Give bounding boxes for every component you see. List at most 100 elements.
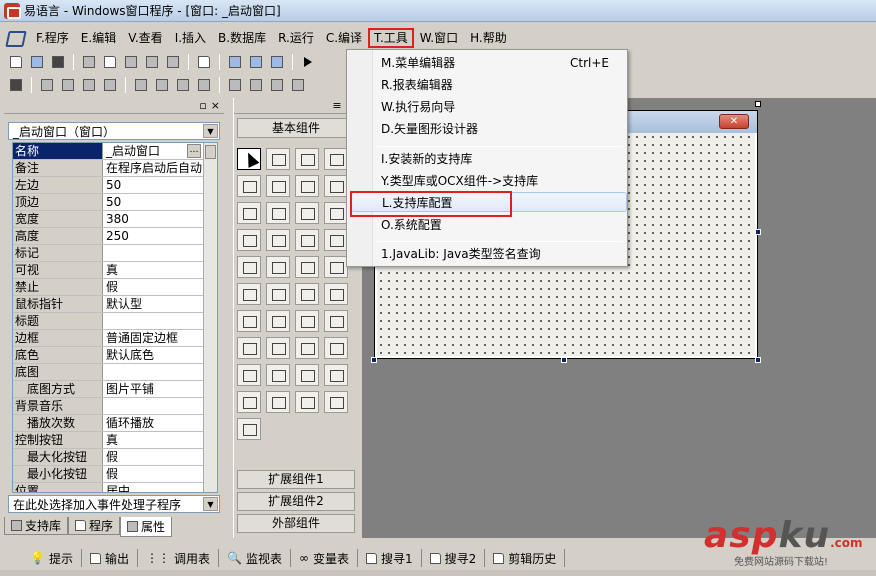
find-button[interactable] xyxy=(194,53,214,71)
property-value[interactable]: _启动窗口 xyxy=(103,143,187,159)
new-file-button[interactable] xyxy=(6,53,26,71)
external-components-button[interactable]: 外部组件 xyxy=(237,514,355,533)
align-button-9[interactable] xyxy=(194,76,214,94)
property-row[interactable]: 左边 50 xyxy=(13,177,217,194)
tab-search-2[interactable]: 搜寻2 xyxy=(422,549,486,567)
odbc-component[interactable] xyxy=(324,391,348,413)
line-component[interactable] xyxy=(324,175,348,197)
printer-component[interactable] xyxy=(266,337,290,359)
property-row[interactable]: 边框 普通固定边框 xyxy=(13,330,217,347)
port-component[interactable] xyxy=(266,364,290,386)
align-button-8[interactable] xyxy=(173,76,193,94)
tab-output[interactable]: 输出 xyxy=(82,549,138,567)
menu-edit[interactable]: E.编辑 xyxy=(75,28,122,48)
menu-item-wizard[interactable]: W.执行易向导 xyxy=(381,97,621,117)
menu-item-system-config[interactable]: O.系统配置 xyxy=(381,215,621,235)
panel-component[interactable] xyxy=(324,256,348,278)
align-button-1[interactable] xyxy=(6,76,26,94)
basic-components-button[interactable]: 基本组件 xyxy=(237,118,355,138)
event-selector[interactable]: 在此处选择加入事件处理子程序 ▼ xyxy=(8,495,220,513)
menu-item-javalib-query[interactable]: 1.JavaLib: Java类型签名查询 xyxy=(381,244,621,264)
radio-component[interactable] xyxy=(266,202,290,224)
property-value[interactable] xyxy=(103,245,217,261)
layout-button-2[interactable] xyxy=(246,53,266,71)
menu-component[interactable] xyxy=(237,310,261,332)
property-row[interactable]: 可视真 xyxy=(13,262,217,279)
property-value[interactable]: 图片平铺 xyxy=(103,381,217,397)
align-button-4[interactable] xyxy=(79,76,99,94)
chart-component[interactable] xyxy=(295,391,319,413)
scrollbar-thumb[interactable] xyxy=(205,145,216,159)
property-value[interactable] xyxy=(103,364,217,380)
property-value[interactable] xyxy=(103,313,217,329)
property-row[interactable]: 顶边 50 xyxy=(13,194,217,211)
menu-program[interactable]: F.程序 xyxy=(30,28,75,48)
listbox-component[interactable] xyxy=(295,202,319,224)
pin-icon[interactable]: ▫ xyxy=(199,99,206,112)
property-row[interactable]: 标记 xyxy=(13,245,217,262)
property-value[interactable]: 循环播放 xyxy=(103,415,217,431)
menu-item-ocx-to-library[interactable]: Y.类型库或OCX组件->支持库 xyxy=(381,171,621,191)
property-value[interactable]: 380 xyxy=(103,211,217,227)
client-component[interactable] xyxy=(237,364,261,386)
scroll-component[interactable] xyxy=(266,229,290,251)
property-row[interactable]: 底色 默认底色 xyxy=(13,347,217,364)
menu-tools[interactable]: T.工具 xyxy=(368,28,414,48)
image-box-component[interactable] xyxy=(266,175,290,197)
chevron-down-icon[interactable]: ▼ xyxy=(203,124,218,138)
text-component[interactable] xyxy=(295,175,319,197)
property-row[interactable]: 底图 xyxy=(13,364,217,381)
menu-insert[interactable]: I.插入 xyxy=(169,28,212,48)
tab-variables[interactable]: ∞ 变量表 xyxy=(291,549,358,567)
redo-button[interactable] xyxy=(163,53,183,71)
close-icon[interactable]: × xyxy=(211,99,220,112)
property-value[interactable]: 假 xyxy=(103,449,217,465)
property-row[interactable]: 播放次数 循环播放 xyxy=(13,415,217,432)
property-row[interactable]: 背景音乐 xyxy=(13,398,217,415)
property-value[interactable]: 居中 xyxy=(103,483,217,492)
network-component[interactable] xyxy=(295,337,319,359)
resize-handle[interactable] xyxy=(755,357,761,363)
tabs-component[interactable] xyxy=(237,229,261,251)
undo-button[interactable] xyxy=(142,53,162,71)
property-value[interactable]: 50 xyxy=(103,194,217,210)
ruler-component[interactable] xyxy=(237,256,261,278)
layout-button-3[interactable] xyxy=(267,53,287,71)
copy-button[interactable] xyxy=(100,53,120,71)
align-button-5[interactable] xyxy=(100,76,120,94)
property-value[interactable]: 普通固定边框 xyxy=(103,330,217,346)
align-button-11[interactable] xyxy=(246,76,266,94)
align-button-3[interactable] xyxy=(58,76,78,94)
open-file-button[interactable] xyxy=(27,53,47,71)
property-value[interactable]: 默认底色 xyxy=(103,347,217,363)
counter-component[interactable] xyxy=(295,310,319,332)
align-button-6[interactable] xyxy=(131,76,151,94)
doc-component[interactable] xyxy=(324,283,348,305)
label-component[interactable] xyxy=(266,148,290,170)
tab-call-stack[interactable]: ⋮⋮ 调用表 xyxy=(138,549,219,567)
spinner-component[interactable] xyxy=(295,229,319,251)
calendar-component[interactable] xyxy=(237,283,261,305)
tab-properties[interactable]: 属性 xyxy=(120,517,173,537)
menu-view[interactable]: V.查看 xyxy=(122,28,168,48)
picture-component[interactable] xyxy=(295,148,319,170)
property-value[interactable]: 在程序启动后自动 xyxy=(103,160,217,176)
menu-run[interactable]: R.运行 xyxy=(272,28,320,48)
layout-button-1[interactable] xyxy=(225,53,245,71)
resize-handle[interactable] xyxy=(755,229,761,235)
property-value[interactable]: 真 xyxy=(103,432,217,448)
menu-item-menu-editor[interactable]: M.菜单编辑器 Ctrl+E xyxy=(381,53,621,73)
property-value[interactable]: 真 xyxy=(103,262,217,278)
property-row[interactable]: 控制按钮真 xyxy=(13,432,217,449)
resize-handle[interactable] xyxy=(371,357,377,363)
object-selector[interactable]: _启动窗口（窗口） ▼ xyxy=(8,122,220,140)
ellipsis-button[interactable]: … xyxy=(187,144,201,158)
property-value[interactable]: 假 xyxy=(103,279,217,295)
property-row[interactable]: 高度 250 xyxy=(13,228,217,245)
db-provider-component[interactable] xyxy=(266,391,290,413)
menu-item-vector-designer[interactable]: D.矢量图形设计器 xyxy=(381,119,621,139)
property-value[interactable]: 250 xyxy=(103,228,217,244)
edit-component[interactable] xyxy=(237,175,261,197)
grid-component[interactable] xyxy=(324,202,348,224)
align-button-7[interactable] xyxy=(152,76,172,94)
